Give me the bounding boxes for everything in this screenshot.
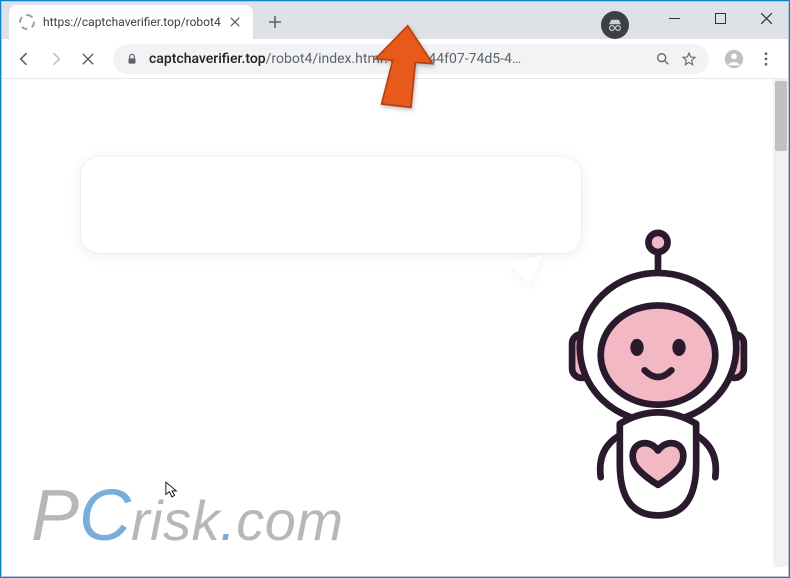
highlight-arrow-icon [369,21,447,121]
stop-reload-button[interactable] [73,44,103,74]
forward-button[interactable] [41,44,71,74]
maximize-button[interactable] [697,1,743,35]
watermark-dot: . [220,489,236,552]
tab-title: https://captchaverifier.top/robot4 [43,15,221,29]
close-tab-button[interactable] [227,14,243,30]
page-content: PCrisk.com [1,79,789,567]
speech-bubble-tail-icon [507,256,547,288]
watermark-c: C [79,476,131,556]
browser-tab-active[interactable]: https://captchaverifier.top/robot4 [9,5,253,39]
minimize-button[interactable] [651,1,697,35]
close-window-button[interactable] [743,1,789,35]
watermark: PCrisk.com [31,475,343,557]
new-tab-button[interactable] [261,8,289,36]
lock-icon [125,52,139,66]
watermark-p: P [31,476,79,556]
vertical-scrollbar[interactable] [773,79,789,567]
back-button[interactable] [9,44,39,74]
star-icon[interactable] [681,51,697,67]
window-controls [651,1,789,35]
menu-button[interactable] [751,44,781,74]
speech-bubble [81,157,581,253]
url-domain: captchaverifier.top [149,51,266,67]
loading-favicon-icon [19,14,35,30]
watermark-tld: com [236,489,343,552]
incognito-icon [601,11,629,39]
search-icon[interactable] [655,51,671,67]
scrollbar-thumb[interactable] [775,81,787,151]
robot-illustration [553,227,763,531]
watermark-rest: risk [131,489,220,552]
profile-button[interactable] [719,44,749,74]
